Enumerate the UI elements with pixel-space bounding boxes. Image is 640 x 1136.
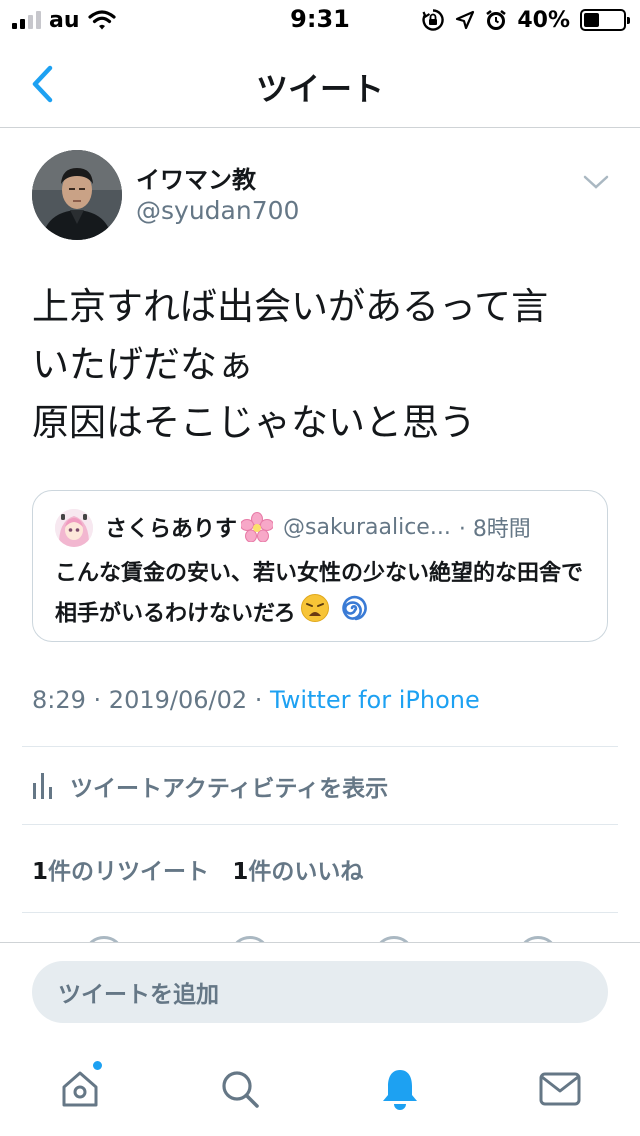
search-icon	[222, 1071, 259, 1108]
author-name[interactable]: イワマン教	[136, 160, 256, 195]
tweet-time: 8:29	[32, 686, 86, 714]
quoted-tweet[interactable]: さくらありす @sakuraalice... · 8時間 こんな賃金の安い、若い…	[32, 490, 608, 642]
quoted-author-handle: @sakuraalice...	[283, 514, 451, 540]
page-title: ツイート	[255, 70, 384, 108]
quoted-timestamp: · 8時間	[458, 517, 531, 542]
avatar-image	[32, 150, 122, 240]
tab-search[interactable]	[210, 1059, 270, 1119]
location-icon	[456, 10, 475, 30]
reply-compose-input[interactable]: ツイートを追加	[32, 961, 608, 1023]
mail-icon	[539, 1072, 581, 1106]
alarm-icon	[486, 9, 507, 30]
author-handle[interactable]: @syudan700	[136, 196, 299, 225]
divider	[22, 824, 618, 825]
battery-percentage: 40%	[517, 7, 570, 33]
tab-home[interactable]	[50, 1059, 110, 1119]
home-notification-dot	[91, 1059, 104, 1072]
battery-fill	[584, 13, 600, 27]
quoted-avatar-image	[55, 509, 93, 547]
like-count-link[interactable]: 1件のいいね	[232, 859, 363, 885]
weary-face-icon	[300, 593, 330, 636]
tweet-activity-button[interactable]: ツイートアクティビティを表示	[32, 760, 608, 812]
retweet-count-link[interactable]: 1件のリツイート	[32, 859, 209, 885]
avatar[interactable]	[32, 150, 122, 240]
bar-chart-icon	[33, 773, 52, 799]
compose-placeholder: ツイートを追加	[58, 982, 219, 1008]
divider	[22, 912, 618, 913]
quoted-header: さくらありす @sakuraalice... · 8時間	[105, 511, 577, 543]
divider	[22, 746, 618, 747]
retweet-count: 1	[32, 859, 49, 885]
like-label: 件のいいね	[248, 859, 364, 885]
bottom-panel: ツイートを追加	[0, 942, 640, 1136]
tweet-source-link[interactable]: Twitter for iPhone	[270, 686, 480, 714]
tweet-activity-label: ツイートアクティビティを表示	[70, 776, 389, 802]
more-options-button[interactable]	[580, 166, 612, 198]
home-icon	[62, 1071, 98, 1107]
quoted-tweet-text: こんな賃金の安い、若い女性の少ない絶望的な田舎で相手がいるわけないだろ	[55, 555, 595, 636]
like-count: 1	[232, 859, 249, 885]
status-right: 40%	[421, 6, 630, 34]
tweet-actions-partial	[0, 930, 640, 942]
tweet-date: 2019/06/02	[108, 686, 248, 714]
quoted-time-value: 8時間	[472, 517, 531, 542]
chevron-down-icon	[583, 175, 609, 189]
cherry-blossom-icon	[241, 512, 274, 542]
retweet-label: 件のリツイート	[48, 859, 210, 885]
nav-bar: ツイート	[0, 40, 640, 128]
tweet-author: イワマン教 @syudan700	[32, 150, 612, 242]
tweet-text: 上京すれば出会いがあるって言 いたげだなぁ 原因はそこじゃないと思う	[32, 285, 549, 444]
quoted-author-name: さくらありす	[105, 517, 238, 542]
battery-icon	[580, 9, 630, 31]
tab-bar	[0, 1043, 640, 1133]
tab-messages[interactable]	[530, 1059, 590, 1119]
tweet-stats: 1件のリツイート 1件のいいね	[32, 852, 379, 886]
bell-icon	[383, 1070, 417, 1110]
status-bar: au 9:31 40%	[0, 0, 640, 40]
orientation-lock-icon	[422, 9, 445, 31]
tweet-meta: 8:29 · 2019/06/02 · Twitter for iPhone	[32, 686, 480, 714]
tab-notifications[interactable]	[370, 1059, 430, 1119]
cyclone-icon	[338, 593, 368, 636]
quoted-avatar	[55, 509, 93, 547]
